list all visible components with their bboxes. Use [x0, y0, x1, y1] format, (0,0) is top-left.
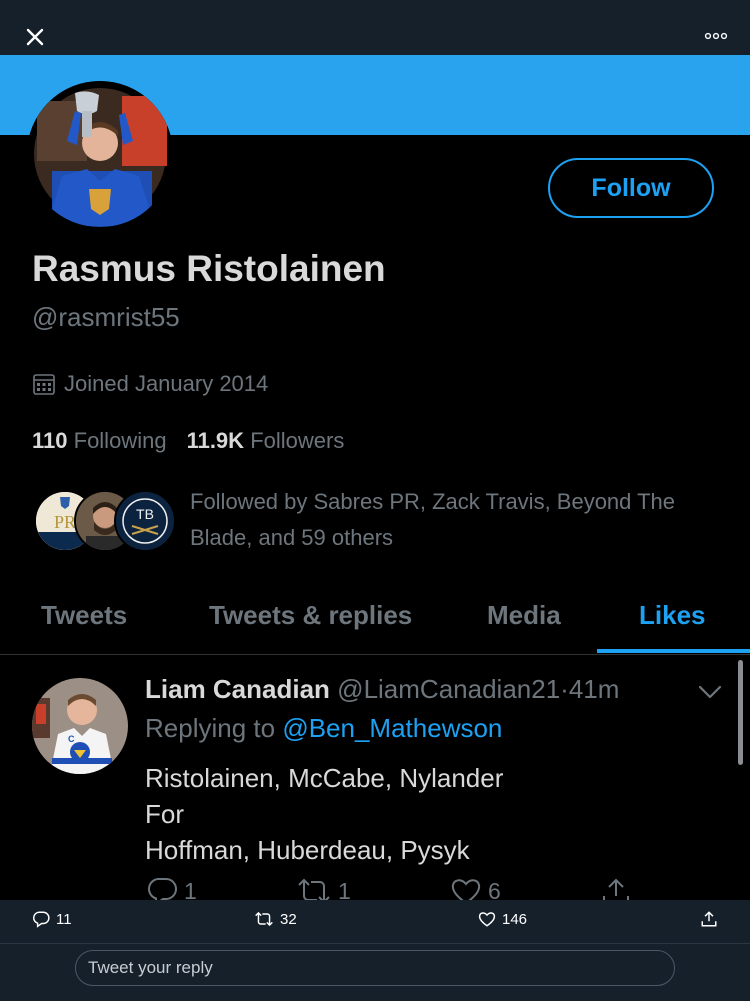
followed-by-avatars[interactable]: PR TB — [34, 490, 176, 552]
more-icon[interactable] — [704, 28, 728, 44]
followers-stat[interactable]: 11.9K Followers — [187, 428, 345, 454]
bottom-share-button[interactable] — [700, 910, 718, 928]
follower-avatar-text-pr: PR — [54, 512, 76, 532]
tab-tweets-and-replies[interactable]: Tweets & replies — [209, 580, 412, 650]
tweet-header: Liam Canadian @LiamCanadian21·41m — [145, 674, 619, 705]
reply-icon — [32, 911, 50, 928]
retweet-icon — [255, 911, 273, 927]
profile-tabs: Tweets Tweets & replies Media Likes — [0, 580, 750, 655]
profile-avatar[interactable] — [27, 81, 173, 227]
bottom-like-button[interactable]: 146 — [478, 910, 527, 928]
followers-count: 11.9K — [186, 428, 245, 453]
svg-text:C: C — [68, 734, 75, 744]
tweet-author-avatar[interactable]: C — [32, 678, 128, 774]
tweet-author-handle[interactable]: @LiamCanadian21 — [337, 674, 560, 704]
tweet-timestamp[interactable]: 41m — [569, 674, 620, 704]
bottom-action-bar: 11 32 146 — [0, 900, 750, 943]
following-stat[interactable]: 110 Following — [32, 428, 167, 454]
follower-avatar-beyond-the-blade: TB — [114, 490, 176, 552]
top-bar — [0, 0, 750, 55]
tweet-text-line: For — [145, 799, 184, 829]
following-count: 110 — [32, 428, 68, 453]
tab-tweets[interactable]: Tweets — [41, 580, 127, 650]
tab-media[interactable]: Media — [487, 580, 561, 650]
bottom-retweet-count: 32 — [280, 910, 297, 928]
bottom-reply-button[interactable]: 11 — [32, 910, 72, 928]
active-tab-indicator — [597, 649, 750, 653]
follow-stats: 110 Following 11.9K Followers — [32, 428, 344, 454]
tweet-text: Ristolainen, McCabe, Nylander For Hoffma… — [145, 760, 503, 868]
calendar-icon — [33, 374, 55, 395]
scrollbar[interactable] — [738, 660, 743, 765]
profile-display-name: Rasmus Ristolainen — [32, 248, 386, 289]
follow-button[interactable]: Follow — [548, 158, 714, 218]
joined-date-text: Joined January 2014 — [64, 371, 269, 396]
close-icon[interactable] — [22, 24, 48, 50]
bottom-reply-count: 11 — [56, 910, 72, 928]
following-label: Following — [73, 428, 167, 453]
joined-date-row: Joined January 2014 — [32, 371, 268, 397]
bottom-retweet-button[interactable]: 32 — [254, 910, 297, 928]
replying-to-prefix: Replying to — [145, 713, 276, 743]
profile-handle: @rasmrist55 — [32, 302, 180, 332]
tab-likes[interactable]: Likes — [639, 580, 706, 650]
replying-to-link[interactable]: @Ben_Mathewson — [282, 713, 502, 743]
followers-label: Followers — [250, 428, 345, 453]
chevron-down-icon[interactable] — [697, 684, 723, 700]
followed-by-text[interactable]: Followed by Sabres PR, Zack Travis, Beyo… — [190, 484, 710, 556]
tweet-reply-input[interactable] — [75, 950, 675, 986]
share-icon — [701, 911, 717, 927]
tweet-text-line: Hoffman, Huberdeau, Pysyk — [145, 835, 470, 865]
heart-icon — [478, 912, 496, 927]
tweet-meta-separator: · — [560, 674, 569, 704]
tweet-author-name[interactable]: Liam Canadian — [145, 674, 330, 704]
follower-avatar-text-tb: TB — [136, 506, 154, 522]
bottom-like-count: 146 — [502, 910, 528, 928]
replying-to: Replying to @Ben_Mathewson — [145, 713, 502, 744]
tweet-text-line: Ristolainen, McCabe, Nylander — [145, 763, 504, 793]
